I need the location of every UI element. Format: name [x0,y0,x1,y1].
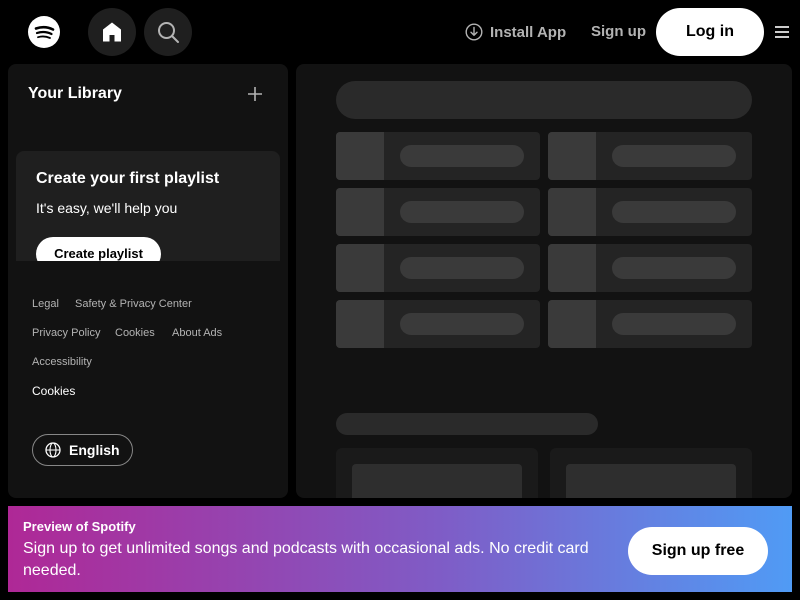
promo-subtitle: It's easy, we'll help you [36,200,178,216]
home-icon [103,22,121,42]
sign-up-free-button[interactable]: Sign up free [628,527,768,575]
skeleton-card [548,244,752,292]
skeleton-card [336,132,540,180]
sign-up-link[interactable]: Sign up [591,23,646,40]
create-playlist-button[interactable]: Create playlist [36,237,161,261]
download-circle-icon [465,23,483,41]
footer-link-cookies[interactable]: Cookies [115,327,155,339]
skeleton-card [548,300,752,348]
plus-icon[interactable] [246,85,264,103]
language-label: English [69,442,120,458]
skeleton-card [548,188,752,236]
skeleton-card [336,188,540,236]
top-bar: Install App Sign up Log in [0,0,800,64]
skeleton-card [336,244,540,292]
skeleton-tile [550,448,752,498]
skeleton-header [336,81,752,119]
log-in-button[interactable]: Log in [656,8,764,56]
skeleton-tile [336,448,538,498]
library-panel: Your Library Create your first playlist … [8,64,288,498]
signup-banner[interactable]: Preview of Spotify Sign up to get unlimi… [8,506,792,592]
spotify-logo-icon[interactable] [28,16,60,48]
banner-title: Preview of Spotify [23,519,136,534]
language-button[interactable]: English [32,434,133,466]
footer-link-accessibility[interactable]: Accessibility [32,356,92,368]
search-button[interactable] [144,8,192,56]
skeleton-card [548,132,752,180]
skeleton-card [336,300,540,348]
main-content [296,64,792,498]
footer-link-safety-privacy[interactable]: Safety & Privacy Center [75,298,192,310]
hamburger-menu-icon[interactable] [774,24,790,40]
footer-link-privacy-policy[interactable]: Privacy Policy [32,327,100,339]
skeleton-section-title [336,413,598,435]
cookies-settings-link[interactable]: Cookies [32,384,75,398]
create-playlist-card: Create your first playlist It's easy, we… [16,151,280,261]
home-button[interactable] [88,8,136,56]
footer-link-about-ads[interactable]: About Ads [172,327,222,339]
search-icon [158,22,179,43]
install-app-button[interactable]: Install App [465,22,566,42]
banner-text: Sign up to get unlimited songs and podca… [23,540,589,579]
footer-link-legal[interactable]: Legal [32,298,59,310]
library-title[interactable]: Your Library [28,85,122,103]
globe-icon [45,442,61,458]
install-app-label: Install App [490,23,567,41]
promo-title: Create your first playlist [36,170,220,187]
